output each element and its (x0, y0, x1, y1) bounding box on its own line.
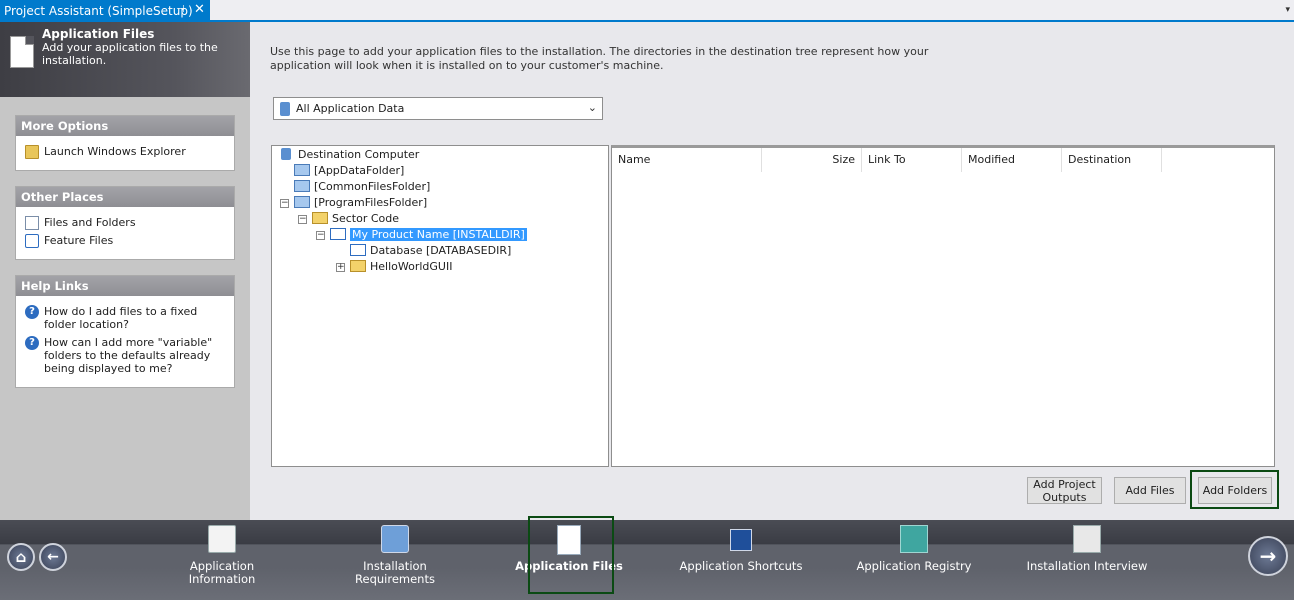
node-label: Destination Computer (298, 148, 420, 161)
nav-label: Installation Interview (1026, 559, 1148, 573)
node-label: Database [DATABASEDIR] (370, 244, 512, 257)
collapse-icon[interactable]: − (280, 199, 289, 208)
link-label: Feature Files (44, 234, 114, 247)
other-places-box: Other Places Files and Folders Feature F… (15, 186, 235, 260)
nav-installation-interview[interactable]: Installation Interview (1022, 520, 1152, 600)
collapse-icon[interactable]: − (298, 215, 307, 224)
tab-dropdown-icon[interactable]: ▾ (1285, 5, 1290, 15)
destination-tree[interactable]: Destination Computer [AppDataFolder] [Co… (271, 145, 609, 467)
column-header-link-to[interactable]: Link To (862, 148, 962, 172)
file-list[interactable]: Name Size Link To Modified Destination (611, 145, 1275, 467)
file-icon (25, 216, 39, 230)
nav-installation-requirements[interactable]: Installation Requirements (330, 520, 460, 600)
tree-node-commonfiles[interactable]: [CommonFilesFolder] (294, 179, 430, 195)
help-links-title: Help Links (16, 276, 234, 296)
main-content: Use this page to add your application fi… (250, 22, 1294, 520)
folder-icon (294, 196, 310, 208)
folder-icon (312, 212, 328, 224)
tree-node-destination-computer[interactable]: Destination Computer (278, 147, 419, 163)
more-options-box: More Options Launch Windows Explorer (15, 115, 235, 171)
help-links-box: Help Links ? How do I add files to a fix… (15, 275, 235, 388)
feature-folder-icon (350, 244, 366, 256)
link-label: How do I add files to a fixed folder loc… (44, 305, 198, 331)
view-filter-combo[interactable]: All Application Data ⌄ (273, 97, 603, 120)
document-icon (10, 36, 34, 68)
help-link-variable-folders[interactable]: ? How can I add more "variable" folders … (16, 336, 231, 375)
nav-label: Installation Requirements (355, 559, 435, 586)
folder-icon (294, 180, 310, 192)
back-button[interactable]: ← (39, 543, 67, 571)
close-icon[interactable]: ✕ (194, 2, 205, 17)
page-title: Application Files (42, 27, 155, 41)
tree-node-database[interactable]: Database [DATABASEDIR] (350, 243, 511, 259)
node-label: My Product Name [INSTALLDIR] (350, 228, 527, 241)
left-panel: Application Files Add your application f… (0, 22, 250, 520)
feature-folder-icon (330, 228, 346, 240)
registry-icon (900, 525, 928, 553)
expand-icon[interactable]: + (336, 263, 345, 272)
computer-icon (281, 148, 291, 160)
chevron-down-icon[interactable]: ⌄ (588, 101, 597, 114)
column-header-destination[interactable]: Destination (1062, 148, 1162, 172)
installation-requirements-icon (381, 525, 409, 553)
feature-icon (25, 234, 39, 248)
column-header-modified[interactable]: Modified (962, 148, 1062, 172)
home-button[interactable]: ⌂ (7, 543, 35, 571)
folder-icon (350, 260, 366, 272)
help-icon: ? (25, 305, 39, 319)
node-label: [ProgramFilesFolder] (314, 196, 428, 209)
intro-text: Use this page to add your application fi… (270, 45, 929, 72)
nav-application-shortcuts[interactable]: Application Shortcuts (676, 520, 806, 600)
tree-node-programfiles[interactable]: [ProgramFilesFolder] (294, 195, 427, 211)
link-label: Files and Folders (44, 216, 136, 229)
next-button[interactable]: → (1248, 536, 1288, 576)
document-tab-strip: Project Assistant (SimpleSetup) ⊣ ✕ ▾ (0, 0, 1294, 22)
page-header: Application Files Add your application f… (0, 22, 250, 97)
other-places-title: Other Places (16, 187, 234, 207)
computer-icon (280, 102, 290, 116)
node-label: Sector Code (332, 212, 400, 225)
application-information-icon (208, 525, 236, 553)
node-label: [CommonFilesFolder] (314, 180, 431, 193)
folder-icon (25, 145, 39, 159)
help-link-fixed-folder[interactable]: ? How do I add files to a fixed folder l… (16, 305, 226, 331)
column-header-name[interactable]: Name (612, 148, 762, 172)
nav-application-information[interactable]: Application Information (157, 520, 287, 600)
application-files-highlight (528, 516, 614, 594)
folder-icon (294, 164, 310, 176)
files-and-folders-link[interactable]: Files and Folders (16, 216, 234, 230)
collapse-icon[interactable]: − (316, 231, 325, 240)
nav-label: Application Information (188, 559, 256, 586)
link-label: Launch Windows Explorer (44, 145, 186, 158)
installation-interview-icon (1073, 525, 1101, 553)
wizard-nav-bar: ⌂ ← Application Information Installation… (0, 516, 1294, 600)
tab-project-assistant[interactable]: Project Assistant (SimpleSetup) ⊣ ✕ (0, 0, 210, 22)
node-label: [AppDataFolder] (314, 164, 405, 177)
nav-application-registry[interactable]: Application Registry (849, 520, 979, 600)
page-subtitle: Add your application files to the instal… (42, 41, 218, 67)
launch-windows-explorer-link[interactable]: Launch Windows Explorer (16, 145, 234, 159)
node-label: HelloWorldGUII (370, 260, 453, 273)
more-options-title: More Options (16, 116, 234, 136)
combo-value: All Application Data (296, 102, 405, 115)
add-project-outputs-button[interactable]: Add Project Outputs (1027, 477, 1102, 504)
feature-files-link[interactable]: Feature Files (16, 234, 234, 248)
help-icon: ? (25, 336, 39, 350)
shortcut-icon (730, 529, 752, 551)
add-folders-button[interactable]: Add Folders (1198, 477, 1272, 504)
nav-label: Application Shortcuts (679, 559, 803, 573)
tree-node-helloworldgui[interactable]: HelloWorldGUII (350, 259, 452, 275)
pin-icon[interactable]: ⊣ (176, 4, 185, 15)
nav-label: Application Registry (856, 559, 972, 573)
add-files-button[interactable]: Add Files (1114, 477, 1186, 504)
tree-node-appdata[interactable]: [AppDataFolder] (294, 163, 404, 179)
tree-node-product-installdir[interactable]: My Product Name [INSTALLDIR] (330, 227, 527, 243)
tree-node-sector-code[interactable]: Sector Code (312, 211, 399, 227)
column-header-size[interactable]: Size (762, 148, 862, 172)
tab-title: Project Assistant (SimpleSetup) (4, 4, 193, 18)
link-label: How can I add more "variable" folders to… (44, 336, 213, 375)
